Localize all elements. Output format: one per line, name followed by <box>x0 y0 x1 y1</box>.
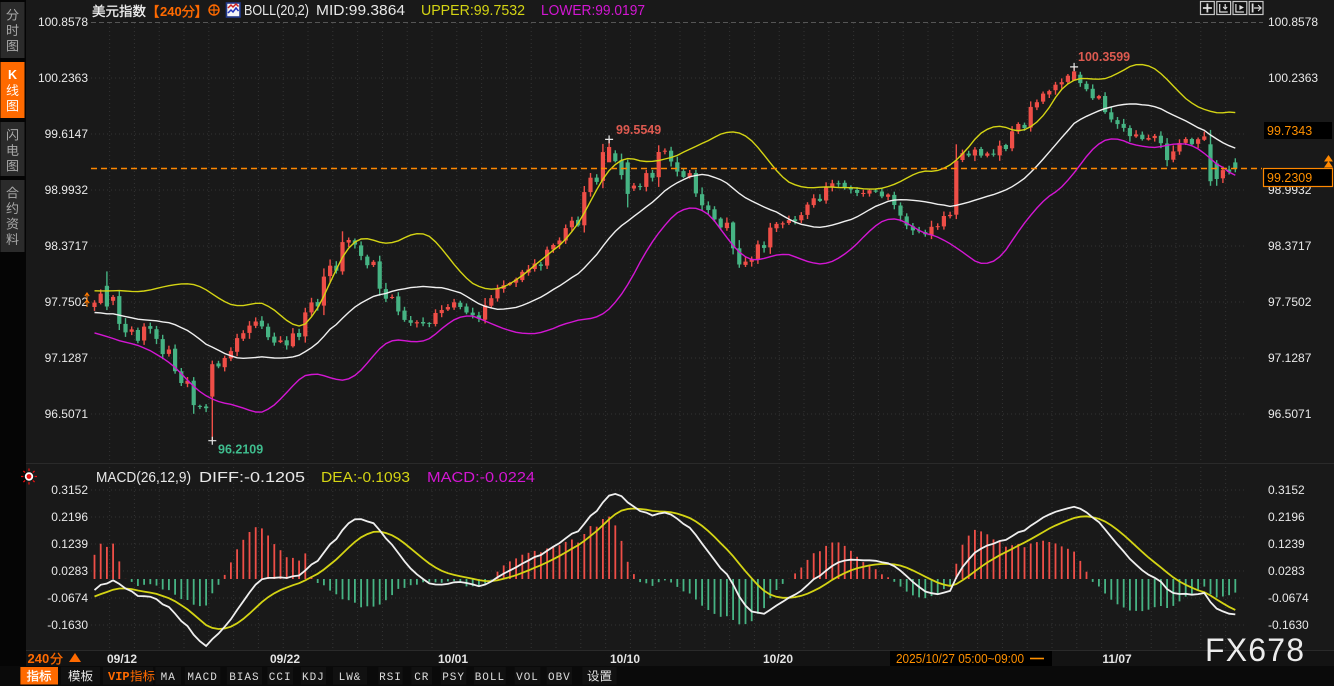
svg-text:11/07: 11/07 <box>1102 652 1132 666</box>
svg-text:96.5071: 96.5071 <box>1268 407 1312 421</box>
svg-text:MA: MA <box>161 672 176 684</box>
svg-text:0.0283: 0.0283 <box>51 564 88 578</box>
svg-text:MACD: MACD <box>187 672 217 684</box>
svg-text:240: 240 <box>28 651 50 666</box>
svg-text:09/12: 09/12 <box>107 652 137 666</box>
svg-text:0.2196: 0.2196 <box>51 510 88 524</box>
svg-text:LOWER:99.0197: LOWER:99.0197 <box>541 3 645 19</box>
svg-text:10/01: 10/01 <box>438 652 468 666</box>
svg-text:97.7502: 97.7502 <box>1268 295 1312 309</box>
svg-text:LW&: LW& <box>339 672 362 684</box>
svg-text:0.2196: 0.2196 <box>1268 510 1305 524</box>
svg-text:09/22: 09/22 <box>270 652 300 666</box>
svg-text:2025/10/27 05:00~09:00: 2025/10/27 05:00~09:00 <box>896 652 1024 666</box>
svg-text:0.1239: 0.1239 <box>1268 537 1305 551</box>
svg-text:K: K <box>8 68 17 82</box>
svg-text:DEA:-0.1093: DEA:-0.1093 <box>321 470 410 486</box>
svg-text:VOL: VOL <box>516 672 539 684</box>
svg-text:MACD(26,12,9): MACD(26,12,9) <box>96 470 191 486</box>
svg-text:-0.1630: -0.1630 <box>47 618 88 632</box>
svg-text:CR: CR <box>414 672 429 684</box>
svg-text:0.3152: 0.3152 <box>1268 483 1305 497</box>
svg-text:VIP: VIP <box>108 670 130 684</box>
svg-text:0.1239: 0.1239 <box>51 537 88 551</box>
svg-text:-0.1630: -0.1630 <box>1268 618 1309 632</box>
svg-text:97.1287: 97.1287 <box>1268 351 1312 365</box>
svg-text:CCI: CCI <box>269 672 292 684</box>
svg-text:10/20: 10/20 <box>763 652 793 666</box>
svg-text:100.2363: 100.2363 <box>38 71 88 85</box>
svg-text:OBV: OBV <box>548 672 571 684</box>
svg-text:100.8578: 100.8578 <box>1268 15 1318 29</box>
svg-text:240: 240 <box>160 4 182 19</box>
svg-text:FX678: FX678 <box>1205 632 1305 668</box>
svg-text:98.9932: 98.9932 <box>45 183 89 197</box>
svg-text:PSY: PSY <box>442 672 465 684</box>
svg-text:MID:99.3864: MID:99.3864 <box>316 3 405 19</box>
svg-text:99.7343: 99.7343 <box>1267 124 1312 138</box>
svg-text:BOLL(20,2): BOLL(20,2) <box>244 3 309 19</box>
svg-text:DIFF:-0.1205: DIFF:-0.1205 <box>199 470 305 486</box>
svg-text:MACD:-0.0224: MACD:-0.0224 <box>427 470 535 486</box>
svg-text:-0.0674: -0.0674 <box>1268 591 1309 605</box>
svg-text:96.5071: 96.5071 <box>45 407 89 421</box>
svg-text:98.3717: 98.3717 <box>45 239 89 253</box>
svg-text:10/10: 10/10 <box>610 652 640 666</box>
svg-text:97.1287: 97.1287 <box>45 351 89 365</box>
svg-text:99.6147: 99.6147 <box>45 127 89 141</box>
svg-text:UPPER:99.7532: UPPER:99.7532 <box>421 3 525 19</box>
svg-text:97.7502: 97.7502 <box>45 295 89 309</box>
svg-text:RSI: RSI <box>379 672 402 684</box>
svg-text:99.2309: 99.2309 <box>1267 171 1312 185</box>
svg-text:BIAS: BIAS <box>229 672 259 684</box>
svg-text:100.3599: 100.3599 <box>1078 50 1130 64</box>
svg-text:BOLL: BOLL <box>475 672 505 684</box>
svg-text:0.3152: 0.3152 <box>51 483 88 497</box>
svg-text:100.8578: 100.8578 <box>38 15 88 29</box>
svg-text:0.0283: 0.0283 <box>1268 564 1305 578</box>
svg-text:-0.0674: -0.0674 <box>47 591 88 605</box>
svg-text:98.3717: 98.3717 <box>1268 239 1312 253</box>
svg-text:KDJ: KDJ <box>302 672 325 684</box>
svg-text:96.2109: 96.2109 <box>218 443 263 457</box>
svg-text:100.2363: 100.2363 <box>1268 71 1318 85</box>
svg-text:99.5549: 99.5549 <box>616 123 661 137</box>
